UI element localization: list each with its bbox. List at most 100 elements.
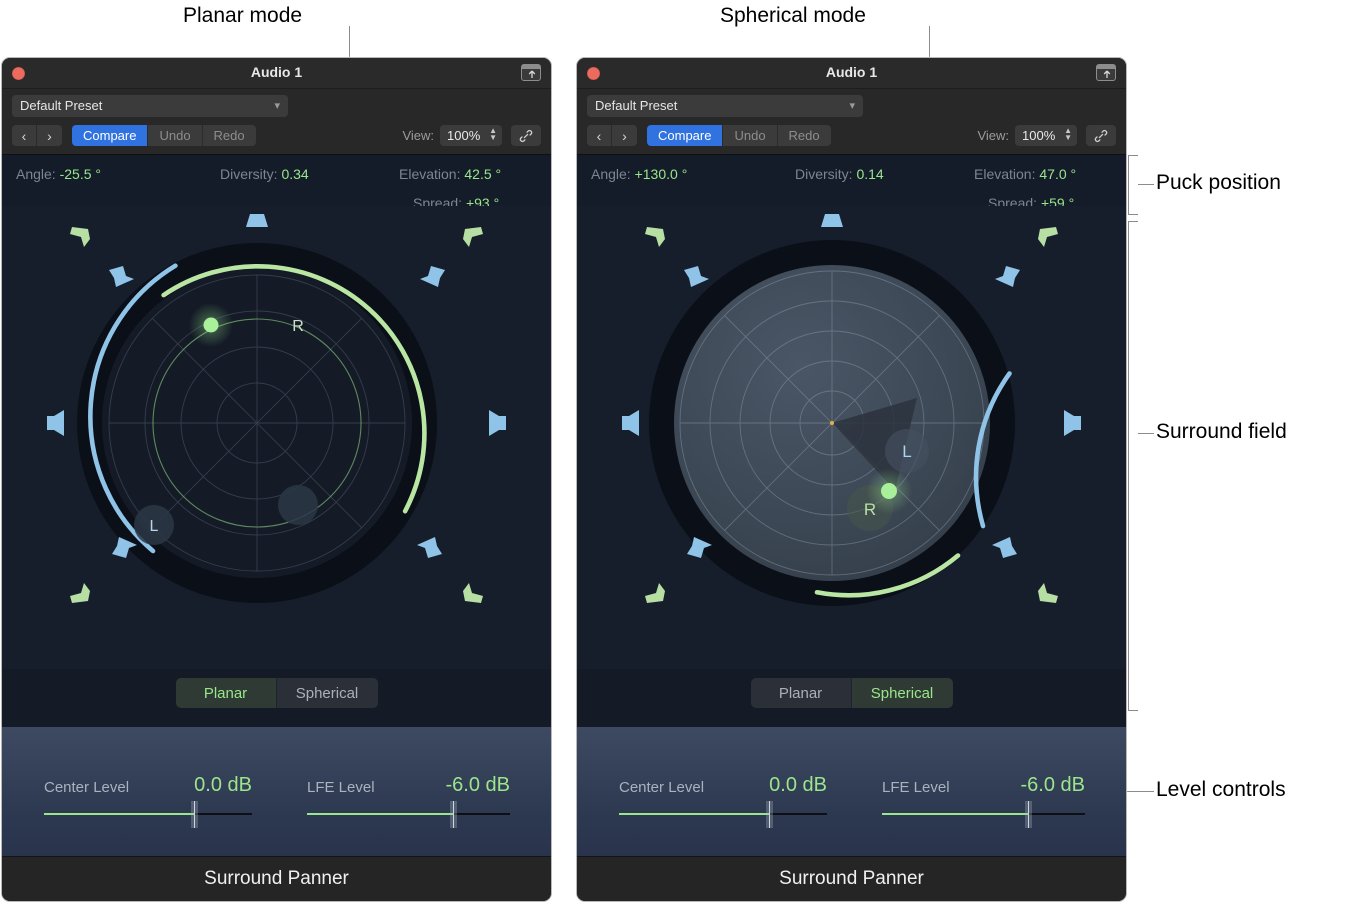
preset-name: Default Preset [20,98,102,113]
elevation-readout: Elevation: 47.0 ° [974,166,1076,182]
annotation-puck-position: Puck position [1156,171,1281,195]
annotation-leader-field [1138,433,1154,434]
lfe-level-thumb[interactable] [450,801,457,828]
diversity-value[interactable]: 0.34 [281,166,308,182]
surround-panner-window-planar: Audio 1 Default Preset ▾ ‹ › Compare Und [1,57,552,902]
titlebar: Audio 1 [577,58,1126,89]
lfe-level-thumb[interactable] [1025,801,1032,828]
chevron-left-icon[interactable]: ‹ [587,125,612,146]
view-zoom-stepper[interactable]: 100% ▲▼ [1015,125,1077,146]
diversity-value[interactable]: 0.14 [856,166,883,182]
diversity-label: Diversity: [220,166,278,182]
angle-label: Angle: [16,166,56,182]
annotation-bracket-puck [1128,155,1138,215]
window-title: Audio 1 [2,64,551,80]
view-label: View: [977,128,1009,143]
center-level-slider[interactable] [44,813,252,815]
lfe-level-slider[interactable] [307,813,510,815]
chevron-down-icon: ▾ [849,95,855,117]
surround-field-planar[interactable]: L R [2,206,551,669]
stepper-arrows-icon: ▲▼ [1064,127,1072,141]
open-in-window-icon[interactable] [521,64,541,81]
marker-l-group: L [134,505,174,545]
chevron-left-icon[interactable]: ‹ [12,125,37,146]
puck-group [866,468,912,514]
mode-button-planar[interactable]: Planar [176,678,277,708]
center-level-thumb[interactable] [191,801,198,828]
view-zoom-value: 100% [1022,128,1055,143]
mode-toggle-bar-planar: Planar Spherical [2,669,551,727]
center-level-thumb[interactable] [766,801,773,828]
plugin-footer-name: Surround Panner [577,856,1126,901]
stepper-arrows-icon: ▲▼ [489,127,497,141]
elevation-readout: Elevation: 42.5 ° [399,166,501,182]
annotation-surround-field: Surround field [1156,420,1287,444]
center-level-value: 0.0 dB [769,774,827,797]
center-level-slider[interactable] [619,813,827,815]
annotation-spherical-mode: Spherical mode [720,4,866,28]
svg-text:R: R [292,318,304,335]
chevron-right-icon[interactable]: › [612,125,637,146]
center-level-fill [619,813,769,815]
lfe-level-label: LFE Level [307,779,375,796]
surround-field-spherical[interactable]: L R [577,206,1126,669]
redo-button[interactable]: Redo [778,125,831,146]
puck-group [189,303,233,347]
chevron-down-icon: ▾ [274,95,280,117]
diversity-readout: Diversity: 0.34 [220,166,309,182]
lfe-level-slider[interactable] [882,813,1085,815]
window-title: Audio 1 [577,64,1126,80]
lfe-level-fill [882,813,1028,815]
lfe-level-value: -6.0 dB [1021,774,1085,797]
compare-button[interactable]: Compare [647,125,723,146]
puck-position-readout: Angle: +130.0 ° Diversity: 0.14 Elevatio… [577,155,1126,206]
mode-button-spherical[interactable]: Spherical [277,678,378,708]
plugin-header: Default Preset ▾ ‹ › Compare Undo Redo V… [577,89,1126,155]
lfe-level-fill [307,813,453,815]
diversity-label: Diversity: [795,166,853,182]
link-chain-icon[interactable] [511,125,541,146]
open-in-window-icon[interactable] [1096,64,1116,81]
compare-button[interactable]: Compare [72,125,148,146]
angle-readout: Angle: -25.5 ° [16,166,101,182]
screenshot-root: Planar mode Spherical mode Puck position… [0,0,1350,908]
chevron-right-icon[interactable]: › [37,125,62,146]
preset-nav-group: ‹ › [12,125,62,146]
elevation-value[interactable]: 47.0 ° [1039,166,1076,182]
angle-value[interactable]: +130.0 ° [635,166,688,182]
puck-position-readout: Angle: -25.5 ° Diversity: 0.34 Elevation… [2,155,551,206]
compare-undo-redo-group: Compare Undo Redo [647,125,831,146]
preset-name: Default Preset [595,98,677,113]
preset-select[interactable]: Default Preset ▾ [12,95,288,117]
angle-label: Angle: [591,166,631,182]
view-zoom-value: 100% [447,128,480,143]
compare-undo-redo-group: Compare Undo Redo [72,125,256,146]
undo-button[interactable]: Undo [723,125,777,146]
svg-text:L: L [150,518,159,535]
angle-value[interactable]: -25.5 ° [60,166,101,182]
center-level-value: 0.0 dB [194,774,252,797]
preset-nav-group: ‹ › [587,125,637,146]
plugin-footer-name: Surround Panner [2,856,551,901]
plugin-header: Default Preset ▾ ‹ › Compare Undo Redo V… [2,89,551,155]
elevation-label: Elevation: [399,166,460,182]
preset-select[interactable]: Default Preset ▾ [587,95,863,117]
redo-button[interactable]: Redo [203,125,256,146]
view-zoom-stepper[interactable]: 100% ▲▼ [440,125,502,146]
center-level-fill [44,813,194,815]
titlebar: Audio 1 [2,58,551,89]
center-level-label: Center Level [619,779,704,796]
annotation-leader-puck [1138,184,1154,185]
undo-button[interactable]: Undo [148,125,202,146]
link-chain-icon[interactable] [1086,125,1116,146]
angle-readout: Angle: +130.0 ° [591,166,687,182]
surround-panner-window-spherical: Audio 1 Default Preset ▾ ‹ › Compare Und [576,57,1127,902]
center-level-label: Center Level [44,779,129,796]
svg-text:L: L [902,442,911,461]
view-label: View: [402,128,434,143]
mode-button-planar[interactable]: Planar [751,678,852,708]
mode-button-spherical[interactable]: Spherical [852,678,953,708]
annotation-level-controls: Level controls [1156,778,1286,802]
elevation-value[interactable]: 42.5 ° [464,166,501,182]
lfe-level-label: LFE Level [882,779,950,796]
